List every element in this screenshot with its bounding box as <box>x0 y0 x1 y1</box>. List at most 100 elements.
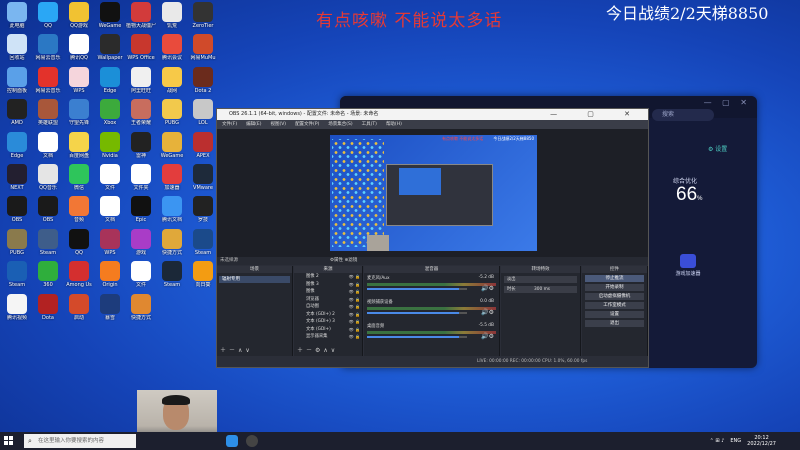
desktop-icon[interactable]: 百度网盘 <box>63 131 95 159</box>
desktop-icon[interactable]: 网易MuMu <box>187 34 219 61</box>
desktop-icon[interactable]: 文档 <box>94 196 126 223</box>
desktop-icon[interactable]: ZeroTier <box>187 2 219 29</box>
desktop-icon[interactable]: 王者荣耀 <box>125 99 157 126</box>
source-item[interactable]: 文本 (GDI+) <box>294 326 362 334</box>
desktop-icon[interactable]: 暴雪 <box>94 293 126 321</box>
desktop-icon[interactable]: 腾讯QQ <box>63 34 95 61</box>
desktop-icon[interactable]: QQ <box>32 2 64 29</box>
desktop-icon[interactable]: 游戏 <box>125 228 157 256</box>
source-item[interactable]: 图像 <box>294 288 362 296</box>
desktop-icon[interactable]: Steam <box>32 228 64 256</box>
desktop-icon[interactable]: 微信 <box>63 164 95 191</box>
control-button[interactable]: 设置 <box>585 311 644 318</box>
desktop-icon[interactable]: 网易云音乐 <box>32 34 64 61</box>
desktop-icon[interactable]: Origin <box>94 261 126 288</box>
desktop-icon[interactable]: WPS <box>94 228 126 256</box>
desktop-icon[interactable]: WPS <box>63 66 95 94</box>
obs-menu-item[interactable]: 文件(F) <box>222 120 237 129</box>
taskbar-clock[interactable]: 20:12 2022/12/27 <box>747 435 776 447</box>
desktop-icon[interactable]: QQ游戏 <box>63 2 95 29</box>
desktop-icon[interactable]: QQ音乐 <box>32 164 64 191</box>
desktop-icon[interactable]: 阿里旺旺 <box>125 66 157 94</box>
desktop-icon[interactable]: 360 <box>32 261 64 288</box>
obs-menu-item[interactable]: 编辑(E) <box>246 120 261 129</box>
desktop-icon[interactable]: 守望先锋 <box>63 99 95 126</box>
desktop-icon[interactable]: Xbox <box>94 99 126 126</box>
desktop-icon[interactable]: 回收站 <box>1 34 33 61</box>
desktop-icon[interactable]: Nvidia <box>94 131 126 159</box>
obs-menu-item[interactable]: 视图(V) <box>270 120 286 129</box>
control-button[interactable]: 停止推流 <box>585 275 644 282</box>
game-client-taskbar-icon[interactable] <box>226 435 238 447</box>
control-button[interactable]: 退出 <box>585 320 644 327</box>
transition-select[interactable]: 淡出 <box>504 276 577 283</box>
desktop-icon[interactable]: Steam <box>187 228 219 256</box>
transition-duration[interactable]: 时长 300 ms <box>504 286 577 293</box>
obs-menu-item[interactable]: 帮助(H) <box>386 120 402 129</box>
desktop-icon[interactable]: 启动 <box>63 293 95 321</box>
source-item[interactable]: 文本 (GDI+) 2 <box>294 311 362 319</box>
volume-slider[interactable] <box>367 336 467 338</box>
desktop-icon[interactable]: 雷神 <box>125 131 157 159</box>
control-button[interactable]: 工作室模式 <box>585 302 644 309</box>
desktop-icon[interactable]: VMware <box>187 164 219 191</box>
mixer-channel[interactable]: 桌面音频 -5.5 dB 🔊⚙ <box>367 323 496 343</box>
obs-taskbar-icon[interactable] <box>246 435 258 447</box>
desktop-icon[interactable]: 此电脑 <box>1 2 33 29</box>
desktop-icon[interactable]: 加速器 <box>156 164 188 191</box>
obs-menu-item[interactable]: 配置文件(P) <box>295 120 319 129</box>
game-client-settings-link[interactable]: ⚙ 设置 <box>708 144 727 153</box>
desktop-icon[interactable]: NEXT <box>1 164 33 191</box>
game-center-button[interactable]: 游戏加速器 <box>674 254 702 277</box>
desktop-icon[interactable]: Edge <box>94 66 126 94</box>
scene-item[interactable]: 辐射专用 <box>219 276 290 283</box>
desktop-icon[interactable]: PUBG <box>1 228 33 256</box>
control-button[interactable]: 开始录制 <box>585 284 644 291</box>
preview-canvas[interactable]: 有点咳嗽 不能说太多话 今日战绩2/2天梯8850 <box>330 135 537 251</box>
speaker-icon[interactable]: 🔊⚙ <box>481 309 494 316</box>
obs-menu-item[interactable]: 工具(T) <box>362 120 377 129</box>
desktop-icon[interactable]: 快捷方式 <box>125 293 157 321</box>
desktop-icon[interactable]: Edge <box>1 131 33 159</box>
desktop-icon[interactable]: LOL <box>187 99 219 126</box>
volume-slider[interactable] <box>367 288 467 290</box>
desktop-icon[interactable]: Steam <box>1 261 33 288</box>
desktop-icon[interactable]: 饥荒 <box>156 2 188 29</box>
language-indicator[interactable]: ENG <box>730 438 741 444</box>
desktop-icon[interactable]: 英雄联盟 <box>32 99 64 126</box>
source-item[interactable]: 显示器采集 <box>294 333 362 341</box>
speaker-icon[interactable]: 🔊⚙ <box>481 333 494 340</box>
desktop-icon[interactable]: 文件 <box>94 164 126 191</box>
desktop-icon[interactable]: Wallpaper <box>94 34 126 61</box>
taskbar-search-input[interactable]: ⌕ 在这里输入你要搜索的内容 <box>24 434 136 448</box>
desktop-icon[interactable]: AMD <box>1 99 33 126</box>
desktop-icon[interactable]: 向日葵 <box>187 261 219 288</box>
obs-window[interactable]: OBS 26.1.1 (64-bit, windows) - 配置文件: 未命名… <box>216 108 649 368</box>
windows-start-icon[interactable] <box>4 436 14 446</box>
desktop-icon[interactable]: 快捷方式 <box>156 228 188 256</box>
control-button[interactable]: 启动虚拟摄像机 <box>585 293 644 300</box>
desktop-icon[interactable]: 文档 <box>32 131 64 159</box>
desktop-icon[interactable]: Among Us <box>63 261 95 288</box>
desktop-icon[interactable]: APEX <box>187 131 219 159</box>
desktop-icon[interactable]: 控制面板 <box>1 66 33 94</box>
desktop-icon[interactable]: OBS <box>32 196 64 223</box>
desktop-icon[interactable]: 罗技 <box>187 196 219 223</box>
source-item[interactable]: 图像 2 <box>294 273 362 281</box>
source-item[interactable]: 浏览器 <box>294 296 362 304</box>
desktop-icon[interactable]: Steam <box>156 261 188 288</box>
desktop-icon[interactable]: Epic <box>125 196 157 223</box>
tray-icons[interactable]: ⌃ ⊞ ♪ <box>710 438 725 444</box>
desktop-icon[interactable]: 植物大战僵尸 <box>125 2 157 29</box>
speaker-icon[interactable]: 🔊⚙ <box>481 285 494 292</box>
desktop-icon[interactable]: 网易云音乐 <box>32 66 64 94</box>
window-controls[interactable]: — ▢ ✕ <box>550 109 644 120</box>
window-controls[interactable]: — ▢ ✕ <box>704 98 751 107</box>
mixer-channel[interactable]: 视频捕获设备 0.0 dB 🔊⚙ <box>367 299 496 319</box>
desktop-icon[interactable]: WeGame <box>94 2 126 29</box>
obs-preview[interactable]: 有点咳嗽 不能说太多话 今日战绩2/2天梯8850 <box>217 129 648 257</box>
volume-slider[interactable] <box>367 312 467 314</box>
source-controls[interactable]: ＋－⚙∧∨ <box>297 345 338 354</box>
mixer-channel[interactable]: 麦克风/Aux -5.2 dB 🔊⚙ <box>367 275 496 295</box>
desktop-icon[interactable]: OBS <box>1 196 33 223</box>
